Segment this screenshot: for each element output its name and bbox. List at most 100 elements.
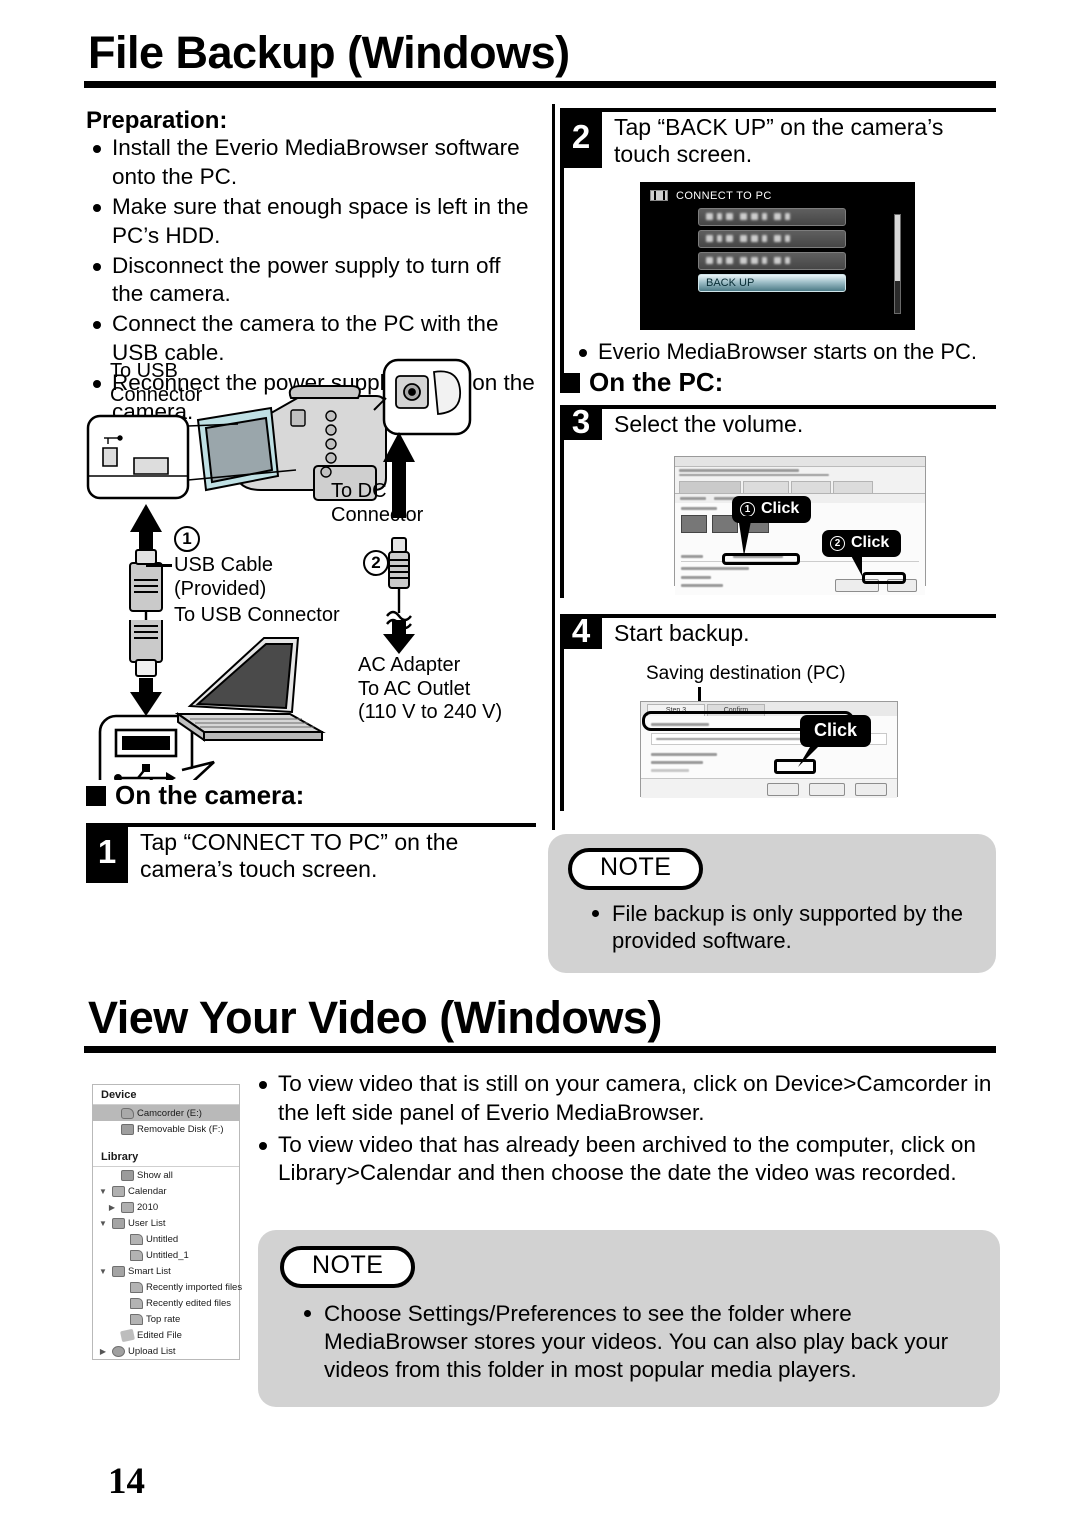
- step-4-number: 4: [560, 614, 602, 649]
- note-badge: NOTE: [568, 848, 704, 890]
- note-list-2: Choose Settings/Preferences to see the f…: [280, 1300, 978, 1385]
- on-the-camera-block: On the camera: 1 Tap “CONNECT TO PC” on …: [86, 780, 536, 883]
- step-2-body: CONNECT TO PC BACK UP Everio MediaBrowse…: [560, 167, 996, 373]
- chevron-right-icon[interactable]: ▶: [97, 1347, 109, 1356]
- view-video-bullets: To view video that is still on your came…: [252, 1070, 1000, 1189]
- title-rule-2: [84, 1046, 996, 1053]
- blurred-label: [706, 213, 790, 221]
- step-2-text: Tap “BACK UP” on the camera’s touch scre…: [602, 108, 996, 168]
- page-number: 14: [108, 1461, 145, 1502]
- list-item: Everio MediaBrowser starts on the PC.: [572, 338, 996, 366]
- manual-page: File Backup (Windows) Preparation: Insta…: [0, 0, 1080, 1535]
- lcd-menu-item[interactable]: [698, 207, 846, 226]
- list-item: Disconnect the power supply to turn off …: [86, 252, 538, 310]
- list-item: Make sure that enough space is left in t…: [86, 193, 538, 251]
- tree-item-camcorder-e[interactable]: Camcorder (E:): [93, 1105, 239, 1121]
- calendar-icon: [112, 1185, 125, 1197]
- tree-item-recently-imported-files[interactable]: Recently imported files: [93, 1279, 242, 1295]
- edited-icon: [119, 1328, 136, 1342]
- step-4-screenshot-wrap: Saving destination (PC) Step.3 Confirm C…: [578, 663, 996, 798]
- tree-item-calendar[interactable]: ▼ Calendar: [93, 1183, 239, 1199]
- tree-item-untitled[interactable]: Untitled: [93, 1231, 239, 1247]
- step-1-text: Tap “CONNECT TO PC” on the camera’s touc…: [128, 823, 536, 883]
- label-usb-cable: USB Cable (Provided): [174, 554, 273, 600]
- cancel-button[interactable]: [855, 783, 887, 796]
- step-4-body: Saving destination (PC) Step.3 Confirm C…: [560, 649, 996, 811]
- tree-item-label: Smart List: [128, 1265, 171, 1277]
- chevron-right-icon[interactable]: ▶: [106, 1203, 118, 1212]
- tree-item-untitled-1[interactable]: Untitled_1: [93, 1247, 239, 1263]
- list-item: To view video that has already been arch…: [252, 1131, 1000, 1189]
- marker-2: 2: [363, 550, 389, 576]
- list-icon: [112, 1265, 125, 1277]
- marker-1: 1: [174, 526, 200, 552]
- bullet-square-icon: [86, 785, 106, 806]
- step-3: 3 Select the volume. 1 Click 2 Click: [560, 405, 996, 598]
- calendar-icon: [121, 1201, 134, 1213]
- on-the-pc-heading: On the PC:: [560, 367, 723, 398]
- callout-2-tail: [848, 550, 862, 576]
- page-title: File Backup (Windows): [88, 27, 570, 78]
- step-3-text: Select the volume.: [602, 405, 996, 440]
- on-the-pc-block: On the PC:: [560, 367, 723, 398]
- tree-item-upload-list[interactable]: ▶ Upload List: [93, 1343, 239, 1359]
- tab-item[interactable]: [743, 481, 789, 493]
- tab-item[interactable]: [791, 481, 831, 493]
- thumbnail[interactable]: [681, 515, 707, 533]
- dialog-tabs: [675, 478, 925, 493]
- lcd-back-up-button[interactable]: BACK UP: [698, 273, 846, 292]
- tree-item-edited-file[interactable]: Edited File: [93, 1327, 239, 1343]
- leader-line: [146, 564, 172, 567]
- preparation-heading: Preparation:: [86, 107, 228, 134]
- start-button[interactable]: [809, 783, 845, 796]
- tree-item-label: Edited File: [137, 1329, 182, 1341]
- tree-item-show-all[interactable]: Show all: [93, 1167, 239, 1183]
- battery-icon: [650, 190, 668, 202]
- note-box-file-backup: NOTE File backup is only supported by th…: [548, 834, 996, 973]
- step-2: 2 Tap “BACK UP” on the camera’s touch sc…: [560, 108, 996, 373]
- bullet-square-icon: [560, 372, 580, 393]
- lcd-menu-item[interactable]: [698, 229, 846, 248]
- tab-item[interactable]: [833, 481, 873, 493]
- tree-item-label: Removable Disk (F:): [137, 1123, 224, 1135]
- tree-item-label: Calendar: [128, 1185, 167, 1197]
- tree-item-smart-list[interactable]: ▼ Smart List: [93, 1263, 239, 1279]
- list-item: Install the Everio MediaBrowser software…: [86, 134, 538, 192]
- blurred-label: [706, 257, 790, 265]
- step-2-number: 2: [560, 108, 602, 168]
- folder-icon: [121, 1169, 134, 1181]
- dialog-footer: [641, 778, 897, 798]
- lcd-scrollbar[interactable]: [894, 213, 901, 314]
- disk-icon: [121, 1123, 134, 1135]
- tree-item-recently-edited-files[interactable]: Recently edited files: [93, 1295, 239, 1311]
- tree-item-user-list[interactable]: ▼ User List: [93, 1215, 239, 1231]
- blurred-label: [706, 235, 790, 243]
- view-video-list: To view video that is still on your came…: [252, 1070, 1000, 1188]
- saving-destination-caption: Saving destination (PC): [646, 663, 846, 684]
- page-title-2: View Your Video (Windows): [88, 992, 662, 1043]
- tree-group-header: Device: [93, 1085, 239, 1105]
- step-1-number: 1: [86, 823, 128, 883]
- lcd-header: CONNECT TO PC: [650, 190, 905, 202]
- chevron-down-icon[interactable]: ▼: [97, 1267, 109, 1276]
- step-3-head: 3 Select the volume.: [560, 405, 996, 440]
- chevron-down-icon[interactable]: ▼: [97, 1219, 109, 1228]
- chevron-down-icon[interactable]: ▼: [97, 1187, 109, 1196]
- step-3-number: 3: [560, 405, 602, 440]
- lcd-menu-item[interactable]: [698, 251, 846, 270]
- laptop-illustration: [98, 620, 415, 780]
- camcorder-icon: [121, 1107, 134, 1119]
- note-badge-2: NOTE: [280, 1246, 416, 1288]
- tree-item-removable-disk-f[interactable]: Removable Disk (F:): [93, 1121, 239, 1137]
- tree-item-label: Camcorder (E:): [137, 1107, 202, 1119]
- tab-item[interactable]: [679, 481, 741, 493]
- lcd-back-up-label: BACK UP: [706, 276, 755, 289]
- lcd-title: CONNECT TO PC: [676, 189, 772, 202]
- tree-item-2010[interactable]: ▶ 2010: [93, 1199, 239, 1215]
- list-item: Choose Settings/Preferences to see the f…: [302, 1300, 978, 1385]
- flag-icon: [130, 1297, 143, 1309]
- on-the-camera-heading: On the camera:: [86, 780, 536, 811]
- callout-index: 2: [830, 535, 845, 551]
- tree-item-top-rate[interactable]: Top rate: [93, 1311, 239, 1327]
- back-button[interactable]: [767, 783, 799, 796]
